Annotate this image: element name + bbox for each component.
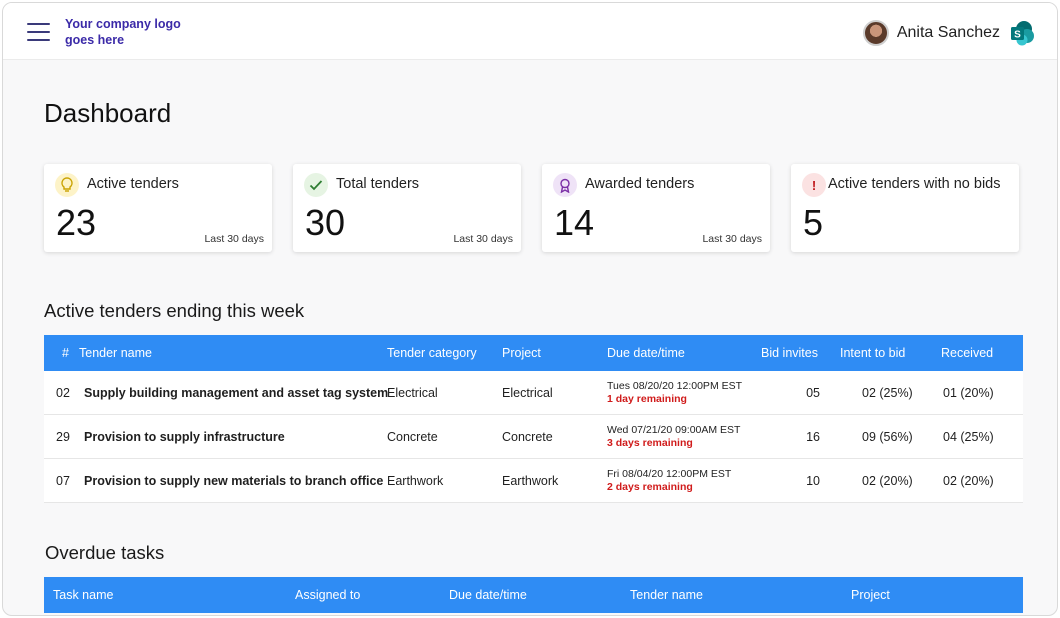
received: 01 (20%) (943, 386, 994, 400)
sharepoint-icon[interactable]: S (1009, 20, 1035, 46)
received: 04 (25%) (943, 430, 994, 444)
top-bar: Your company logo goes here Anita Sanche… (3, 3, 1057, 60)
kpi-label: Awarded tenders (585, 176, 695, 192)
column-header[interactable]: Due date/time (607, 346, 685, 360)
column-header[interactable]: Assigned to (295, 588, 360, 602)
received: 02 (20%) (943, 474, 994, 488)
bid-invites: 05 (806, 386, 820, 400)
kpi-value: 30 (305, 202, 346, 243)
avatar[interactable] (862, 20, 889, 46)
project: Earthwork (502, 474, 559, 488)
due-datetime: Fri 08/04/20 12:00PM EST (607, 468, 732, 480)
lightbulb-icon (55, 173, 79, 197)
tender-category: Earthwork (387, 474, 444, 488)
user-name: Anita Sanchez (896, 24, 1000, 41)
time-remaining: 2 days remaining (607, 481, 693, 493)
project: Electrical (502, 386, 553, 400)
row-number: 07 (56, 474, 70, 488)
section-title-overdue-tasks: Overdue tasks (45, 542, 165, 563)
column-header[interactable]: Tender category (387, 346, 477, 360)
intent-to-bid: 02 (25%) (862, 386, 913, 400)
user-profile[interactable]: Anita Sanchez S (862, 19, 1035, 47)
table-header: # Tender name Tender category Project Du… (44, 335, 1023, 371)
section-title-active-tenders: Active tenders ending this week (44, 300, 305, 321)
column-header[interactable]: Due date/time (449, 588, 527, 602)
checkmark-icon (304, 173, 328, 197)
tender-category: Electrical (387, 386, 438, 400)
kpi-card-no-bids[interactable]: ! Active tenders with no bids 5 (791, 164, 1019, 252)
app-window: Your company logo goes here Anita Sanche… (2, 2, 1058, 616)
kpi-value: 14 (554, 202, 595, 243)
kpi-period: Last 30 days (204, 233, 264, 245)
table-header: Task name Assigned to Due date/time Tend… (44, 577, 1023, 613)
svg-text:S: S (1014, 30, 1021, 41)
overdue-tasks-table: Task name Assigned to Due date/time Tend… (44, 577, 1023, 613)
column-header[interactable]: # (62, 346, 69, 360)
column-header[interactable]: Received (941, 346, 993, 360)
company-logo: Your company logo goes here (65, 17, 181, 47)
kpi-value: 23 (56, 202, 97, 243)
kpi-card-awarded-tenders[interactable]: Awarded tenders 14 Last 30 days (542, 164, 770, 252)
tender-category: Concrete (387, 430, 438, 444)
due-datetime: Wed 07/21/20 09:00AM EST (607, 424, 741, 436)
column-header[interactable]: Project (851, 588, 890, 602)
kpi-label: Active tenders (87, 176, 179, 192)
page-title: Dashboard (44, 98, 172, 128)
due-date: Fri 08/04/20 12:00PM EST 2 days remainin… (607, 468, 731, 494)
table-row[interactable]: 07 Provision to supply new materials to … (44, 459, 1023, 503)
due-date: Tues 08/20/20 12:00PM EST 1 day remainin… (607, 380, 742, 406)
hamburger-menu-icon[interactable] (27, 23, 50, 41)
exclamation-icon: ! (802, 173, 826, 197)
row-number: 29 (56, 430, 70, 444)
kpi-period: Last 30 days (453, 233, 513, 245)
project: Concrete (502, 430, 553, 444)
column-header[interactable]: Tender name (630, 588, 703, 602)
tender-name[interactable]: Supply building management and asset tag… (84, 386, 388, 400)
time-remaining: 1 day remaining (607, 393, 687, 405)
active-tenders-table: # Tender name Tender category Project Du… (44, 335, 1023, 503)
column-header[interactable]: Bid invites (761, 346, 818, 360)
tender-name[interactable]: Provision to supply infrastructure (84, 430, 285, 444)
bid-invites: 10 (806, 474, 820, 488)
kpi-label: Total tenders (336, 176, 420, 192)
due-datetime: Tues 08/20/20 12:00PM EST (607, 380, 743, 392)
bid-invites: 16 (806, 430, 820, 444)
kpi-label: Active tenders with no bids (828, 176, 1001, 192)
award-ribbon-icon (553, 173, 577, 197)
intent-to-bid: 09 (56%) (862, 430, 913, 444)
row-number: 02 (56, 386, 70, 400)
kpi-value: 5 (803, 202, 824, 243)
column-header[interactable]: Project (502, 346, 541, 360)
kpi-card-active-tenders[interactable]: Active tenders 23 Last 30 days (44, 164, 272, 252)
intent-to-bid: 02 (20%) (862, 474, 913, 488)
time-remaining: 3 days remaining (607, 437, 693, 449)
kpi-period: Last 30 days (702, 233, 762, 245)
column-header[interactable]: Intent to bid (840, 346, 905, 360)
table-row[interactable]: 02 Supply building management and asset … (44, 371, 1023, 415)
kpi-card-total-tenders[interactable]: Total tenders 30 Last 30 days (293, 164, 521, 252)
table-row[interactable]: 29 Provision to supply infrastructure Co… (44, 415, 1023, 459)
tender-name[interactable]: Provision to supply new materials to bra… (84, 474, 383, 488)
column-header[interactable]: Tender name (79, 346, 152, 360)
column-header[interactable]: Task name (53, 588, 113, 602)
due-date: Wed 07/21/20 09:00AM EST 3 days remainin… (607, 424, 740, 450)
